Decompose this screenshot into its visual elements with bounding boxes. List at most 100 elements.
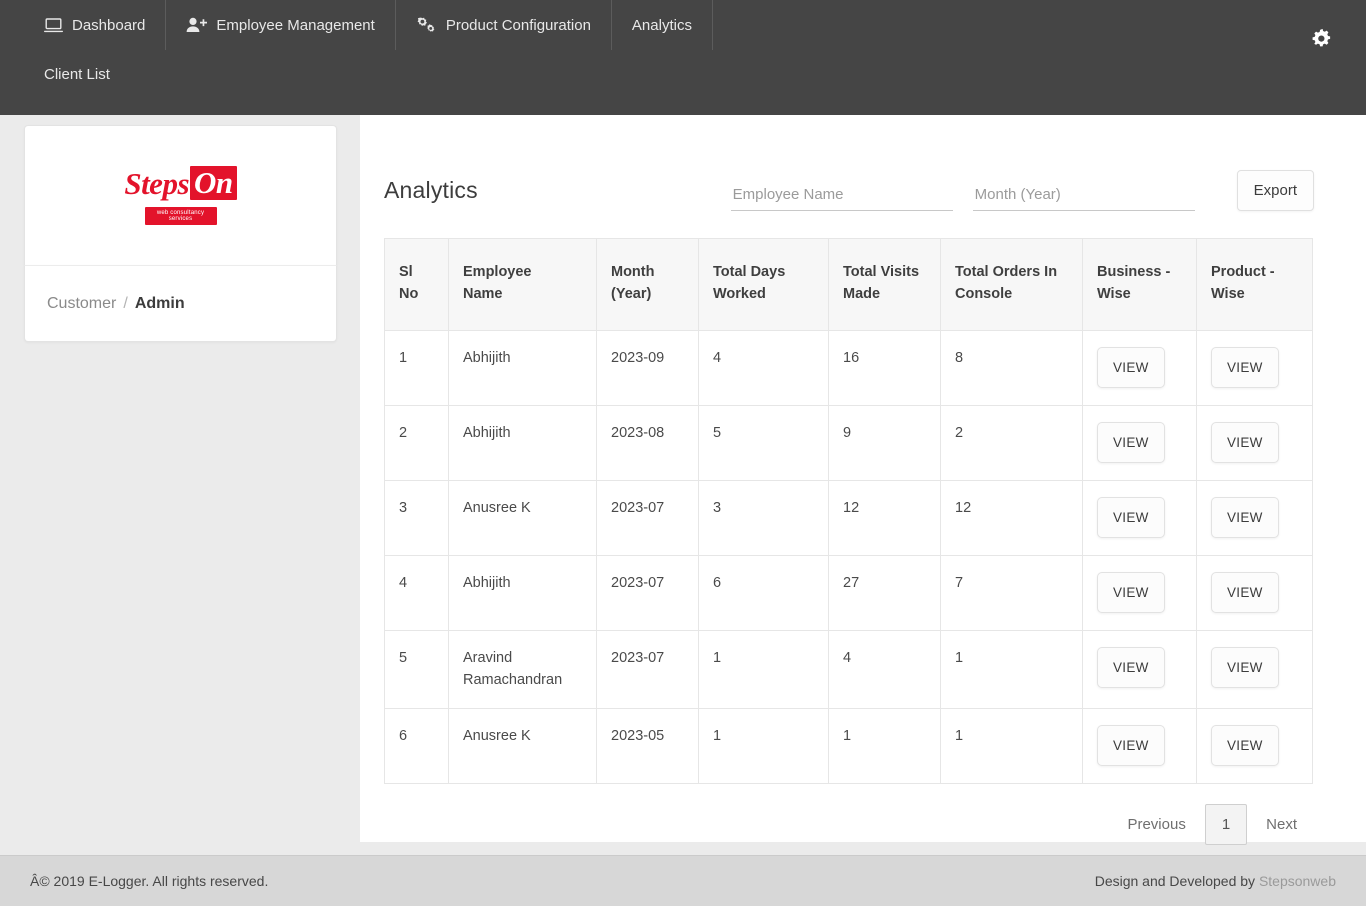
month-year-input[interactable] xyxy=(972,182,1195,211)
header-line: Month xyxy=(611,264,655,280)
logo-wordmark: Steps On xyxy=(124,166,237,200)
cell-view-button-product-wise: VIEW xyxy=(1196,707,1313,784)
breadcrumb-customer[interactable]: Customer xyxy=(47,295,116,313)
col-header-total-days-worked: Total Days Worked xyxy=(698,238,829,331)
user-plus-icon xyxy=(186,17,208,33)
cell-employee-name: Abhijith xyxy=(448,329,597,406)
pagination-next[interactable]: Next xyxy=(1251,804,1312,845)
col-header-total-visits-made: Total Visits Made xyxy=(828,238,941,331)
header-line: Product - xyxy=(1211,264,1275,280)
view-button-business-wise[interactable]: VIEW xyxy=(1097,571,1165,613)
cell-total-days-worked: 5 xyxy=(698,404,829,481)
cell-total-days-worked: 1 xyxy=(698,629,829,709)
breadcrumb-admin: Admin xyxy=(134,294,185,312)
header-line: No xyxy=(399,286,419,303)
header-line: Wise xyxy=(1097,286,1131,303)
view-button-product-wise[interactable]: VIEW xyxy=(1211,496,1279,538)
cell-employee-name: Aravind Ramachandran xyxy=(448,629,597,709)
cell-sl-no: 1 xyxy=(384,329,449,406)
table-row: 4 Abhijith 2023-07 6 27 7 VIEW VIEW xyxy=(384,554,1313,631)
nav-label-product-configuration: Product Configuration xyxy=(445,16,591,34)
pagination: Previous 1 Next xyxy=(384,803,1312,845)
footer-copyright: Â© 2019 E-Logger. All rights reserved. xyxy=(30,873,269,889)
footer-credit-text: Design and Developed by xyxy=(1094,873,1256,889)
view-button-product-wise[interactable]: VIEW xyxy=(1211,724,1279,766)
cell-view-button-product-wise: VIEW xyxy=(1196,554,1313,631)
header-line: Total Visits xyxy=(843,264,920,280)
cell-view-button-product-wise: VIEW xyxy=(1196,404,1313,481)
export-button[interactable]: Export xyxy=(1236,169,1314,211)
header-line: Total Orders In xyxy=(955,264,1058,280)
nav-label-client-list: Client List xyxy=(44,65,110,83)
view-button-business-wise[interactable]: VIEW xyxy=(1097,346,1165,388)
app-root: Dashboard Employee Management Product Co… xyxy=(0,0,1366,906)
cell-view-button-business-wise: VIEW xyxy=(1082,329,1197,406)
employee-name-input[interactable] xyxy=(730,182,953,211)
header-line: Name xyxy=(463,286,503,303)
filter-bar: Export xyxy=(730,169,1314,211)
main-panel: Analytics Export Sl No xyxy=(360,115,1366,845)
table-row: 1 Abhijith 2023-09 4 16 8 VIEW VIEW xyxy=(384,329,1313,406)
nav-item-dashboard[interactable]: Dashboard xyxy=(28,0,167,50)
cell-total-days-worked: 3 xyxy=(698,479,829,556)
cell-employee-name: Abhijith xyxy=(448,404,597,481)
footer: Â© 2019 E-Logger. All rights reserved. D… xyxy=(0,855,1366,906)
cell-month-year: 2023-07 xyxy=(596,479,699,556)
cell-month-year: 2023-07 xyxy=(596,629,699,709)
nav-menu: Dashboard Employee Management Product Co… xyxy=(28,0,1258,98)
col-header-employee-name: Employee Name xyxy=(448,238,597,331)
panel-header: Analytics Export xyxy=(384,159,1314,221)
view-button-business-wise[interactable]: VIEW xyxy=(1097,724,1165,766)
header-line: Sl xyxy=(399,264,413,280)
cell-view-button-business-wise: VIEW xyxy=(1082,404,1197,481)
cell-view-button-business-wise: VIEW xyxy=(1082,707,1197,784)
cell-sl-no: 2 xyxy=(384,404,449,481)
cell-sl-no: 4 xyxy=(384,554,449,631)
laptop-icon xyxy=(44,17,63,33)
table-header-row: Sl No Employee Name Month (Year) Total D… xyxy=(384,238,1313,331)
cell-view-button-product-wise: VIEW xyxy=(1196,629,1313,709)
col-header-sl-no: Sl No xyxy=(384,238,449,331)
cell-sl-no: 3 xyxy=(384,479,449,556)
pagination-previous[interactable]: Previous xyxy=(1112,804,1200,845)
top-navbar: Dashboard Employee Management Product Co… xyxy=(0,0,1366,115)
sidebar: Steps On web consultancy services Custome… xyxy=(24,125,337,342)
breadcrumb: Customer / Admin xyxy=(24,265,337,342)
page-title: Analytics xyxy=(384,176,478,203)
cell-month-year: 2023-08 xyxy=(596,404,699,481)
table-body: 1 Abhijith 2023-09 4 16 8 VIEW VIEW 2 Abhijith 202… xyxy=(384,329,1313,784)
cell-view-button-business-wise: VIEW xyxy=(1082,629,1197,709)
cell-view-button-business-wise: VIEW xyxy=(1082,554,1197,631)
view-button-business-wise[interactable]: VIEW xyxy=(1097,496,1165,538)
footer-credit: Design and Developed by Stepsonweb xyxy=(1095,873,1336,889)
view-button-product-wise[interactable]: VIEW xyxy=(1211,346,1279,388)
footer-credit-link[interactable]: Stepsonweb xyxy=(1259,873,1336,889)
view-button-product-wise[interactable]: VIEW xyxy=(1211,571,1279,613)
analytics-table: Sl No Employee Name Month (Year) Total D… xyxy=(384,238,1313,784)
view-button-product-wise[interactable]: VIEW xyxy=(1211,421,1279,463)
nav-item-employee-management[interactable]: Employee Management xyxy=(166,0,396,50)
nav-item-product-configuration[interactable]: Product Configuration xyxy=(396,0,612,50)
col-header-month-year: Month (Year) xyxy=(596,238,699,331)
nav-label-dashboard: Dashboard xyxy=(72,16,146,34)
view-button-business-wise[interactable]: VIEW xyxy=(1097,646,1165,688)
view-button-business-wise[interactable]: VIEW xyxy=(1097,421,1165,463)
view-button-product-wise[interactable]: VIEW xyxy=(1211,646,1279,688)
header-line: Wise xyxy=(1211,286,1245,303)
nav-item-analytics[interactable]: Analytics xyxy=(612,0,713,50)
cell-view-button-product-wise: VIEW xyxy=(1196,479,1313,556)
cell-total-visits-made: 12 xyxy=(828,479,941,556)
nav-item-client-list[interactable]: Client List xyxy=(28,50,130,98)
nav-label-employee-management: Employee Management xyxy=(216,16,375,34)
table-row: 5 Aravind Ramachandran 2023-07 1 4 1 VIEW VIEW xyxy=(384,629,1313,709)
cell-employee-name: Abhijith xyxy=(448,554,597,631)
header-line: Console xyxy=(955,286,1013,303)
logo-card: Steps On web consultancy services xyxy=(24,125,337,265)
cell-total-orders-in-console: 1 xyxy=(940,707,1083,784)
gear-icon[interactable] xyxy=(1308,26,1334,52)
cell-employee-name: Anusree K xyxy=(448,479,597,556)
cell-sl-no: 6 xyxy=(384,707,449,784)
cell-sl-no: 5 xyxy=(384,629,449,709)
cell-total-visits-made: 27 xyxy=(828,554,941,631)
pagination-page-1[interactable]: 1 xyxy=(1204,803,1248,845)
